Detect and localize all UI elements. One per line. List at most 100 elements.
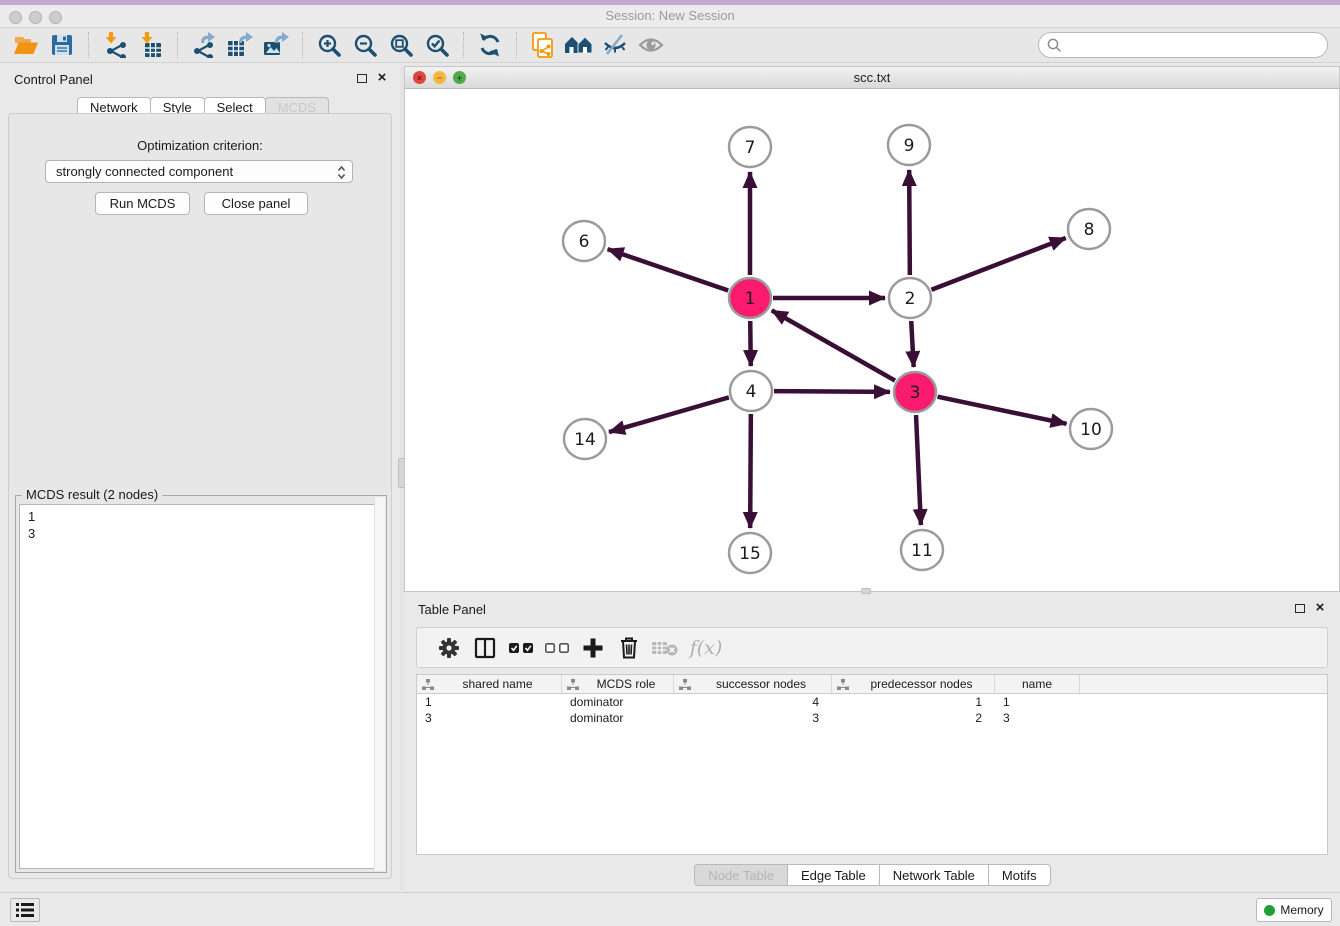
column-header-successor-nodes[interactable]: successor nodes xyxy=(674,675,832,693)
column-header-predecessor-nodes[interactable]: predecessor nodes xyxy=(832,675,995,693)
table-cell[interactable]: 1 xyxy=(832,694,995,710)
column-header-mcds-role[interactable]: MCDS role xyxy=(562,675,674,693)
result-scrollbar[interactable] xyxy=(374,497,385,871)
graph-node-11[interactable]: 11 xyxy=(901,530,943,570)
clone-network-icon[interactable] xyxy=(525,30,561,60)
table-cell[interactable]: 4 xyxy=(674,694,832,710)
svg-text:4: 4 xyxy=(746,382,757,402)
table-cell[interactable]: 3 xyxy=(995,710,1080,726)
graph-node-9[interactable]: 9 xyxy=(888,125,930,165)
show-all-icon[interactable] xyxy=(633,30,669,60)
select-all-checkboxes-icon[interactable] xyxy=(503,631,539,665)
svg-text:3: 3 xyxy=(910,383,921,403)
table-cell[interactable]: 3 xyxy=(417,710,562,726)
table-row-1[interactable]: 3dominator323 xyxy=(417,710,1327,726)
graph-edge-2-3[interactable] xyxy=(911,321,913,367)
table-cell[interactable]: dominator xyxy=(562,694,674,710)
criterion-select[interactable]: strongly connected component xyxy=(45,160,353,183)
close-table-panel-icon[interactable]: × xyxy=(1312,600,1328,616)
hierarchy-icon xyxy=(837,679,849,690)
table-cell[interactable]: 1 xyxy=(995,694,1080,710)
float-table-panel-icon[interactable] xyxy=(1292,600,1308,616)
first-neighbors-icon[interactable] xyxy=(561,30,597,60)
close-panel-icon[interactable]: × xyxy=(374,70,390,86)
close-panel-button[interactable]: Close panel xyxy=(204,192,308,215)
graph-node-3[interactable]: 3 xyxy=(894,372,936,412)
graph-node-15[interactable]: 15 xyxy=(729,533,771,573)
main-toolbar xyxy=(0,28,1340,63)
run-mcds-button[interactable]: Run MCDS xyxy=(95,192,190,215)
svg-text:15: 15 xyxy=(739,544,761,564)
table-panel-tabs: Node Table Edge Table Network Table Moti… xyxy=(404,864,1340,886)
stepper-icon xyxy=(337,165,346,180)
table-cell[interactable]: 3 xyxy=(674,710,832,726)
graph-edge-4-15[interactable] xyxy=(750,414,751,528)
hierarchy-icon xyxy=(567,679,579,690)
network-view-window: × − + scc.txt 7 9 6 8 1 2 4 3 14 10 15 11 xyxy=(404,66,1340,592)
memory-button[interactable]: Memory xyxy=(1256,898,1332,922)
column-panel-icon[interactable] xyxy=(467,631,503,665)
mcds-result-text[interactable]: 1 3 xyxy=(19,504,383,869)
mcds-result-group: MCDS result (2 nodes) 1 3 xyxy=(15,495,387,873)
criterion-value: strongly connected component xyxy=(56,164,233,179)
save-session-icon[interactable] xyxy=(44,30,80,60)
column-header-shared-name[interactable]: shared name xyxy=(417,675,562,693)
export-table-icon[interactable] xyxy=(222,30,258,60)
node-table-header: shared name MCDS role successor nodes pr… xyxy=(417,675,1327,694)
graph-edge-3-11[interactable] xyxy=(916,415,921,525)
graph-node-10[interactable]: 10 xyxy=(1070,409,1112,449)
table-settings-gear-icon[interactable] xyxy=(431,631,467,665)
hide-selected-icon[interactable] xyxy=(597,30,633,60)
table-cell[interactable]: 2 xyxy=(832,710,995,726)
graph-edge-2-8[interactable] xyxy=(931,238,1065,290)
table-cell[interactable]: 1 xyxy=(417,694,562,710)
float-panel-icon[interactable] xyxy=(354,70,370,86)
graph-node-6[interactable]: 6 xyxy=(563,221,605,261)
refresh-layout-icon[interactable] xyxy=(472,30,508,60)
zoom-selected-icon[interactable] xyxy=(419,30,455,60)
network-window-titlebar: × − + scc.txt xyxy=(405,67,1339,89)
zoom-in-icon[interactable] xyxy=(311,30,347,60)
open-session-icon[interactable] xyxy=(8,30,44,60)
control-panel-title: Control Panel xyxy=(14,72,93,87)
graph-node-8[interactable]: 8 xyxy=(1068,209,1110,249)
tab-node-table[interactable]: Node Table xyxy=(694,864,788,886)
import-table-icon[interactable] xyxy=(133,30,169,60)
graph-node-1[interactable]: 1 xyxy=(729,278,771,318)
graph-node-7[interactable]: 7 xyxy=(729,127,771,167)
task-history-button[interactable] xyxy=(10,898,40,922)
network-graph[interactable]: 7 9 6 8 1 2 4 3 14 10 15 11 xyxy=(405,89,1339,592)
graph-edge-3-1[interactable] xyxy=(772,310,895,380)
table-cell[interactable]: dominator xyxy=(562,710,674,726)
memory-label: Memory xyxy=(1280,903,1323,917)
graph-edge-3-10[interactable] xyxy=(938,397,1067,424)
graph-edge-1-6[interactable] xyxy=(608,249,729,290)
graph-edge-4-3[interactable] xyxy=(774,391,890,392)
column-header-name[interactable]: name xyxy=(995,675,1080,693)
graph-node-14[interactable]: 14 xyxy=(564,419,606,459)
graph-edge-4-14[interactable] xyxy=(609,397,729,432)
table-row-0[interactable]: 1dominator411 xyxy=(417,694,1327,710)
export-image-icon[interactable] xyxy=(258,30,294,60)
node-table: shared name MCDS role successor nodes pr… xyxy=(416,674,1328,855)
graph-edge-2-9[interactable] xyxy=(909,170,910,275)
toolbar-separator xyxy=(80,32,89,58)
search-input[interactable] xyxy=(1067,35,1327,55)
zoom-fit-icon[interactable] xyxy=(383,30,419,60)
add-column-icon[interactable] xyxy=(575,631,611,665)
tab-edge-table[interactable]: Edge Table xyxy=(787,864,880,886)
export-network-icon[interactable] xyxy=(186,30,222,60)
tab-motifs[interactable]: Motifs xyxy=(988,864,1051,886)
import-network-icon[interactable] xyxy=(97,30,133,60)
delete-column-icon[interactable] xyxy=(611,631,647,665)
graph-node-4[interactable]: 4 xyxy=(730,371,772,411)
svg-text:14: 14 xyxy=(574,430,596,450)
zoom-out-icon[interactable] xyxy=(347,30,383,60)
splitter-handle[interactable] xyxy=(861,588,871,594)
list-icon xyxy=(16,903,34,917)
svg-text:10: 10 xyxy=(1080,420,1102,440)
graph-node-2[interactable]: 2 xyxy=(889,278,931,318)
function-builder-disabled-icon: f(x) xyxy=(683,631,729,665)
tab-network-table[interactable]: Network Table xyxy=(879,864,989,886)
deselect-all-checkboxes-icon[interactable] xyxy=(539,631,575,665)
